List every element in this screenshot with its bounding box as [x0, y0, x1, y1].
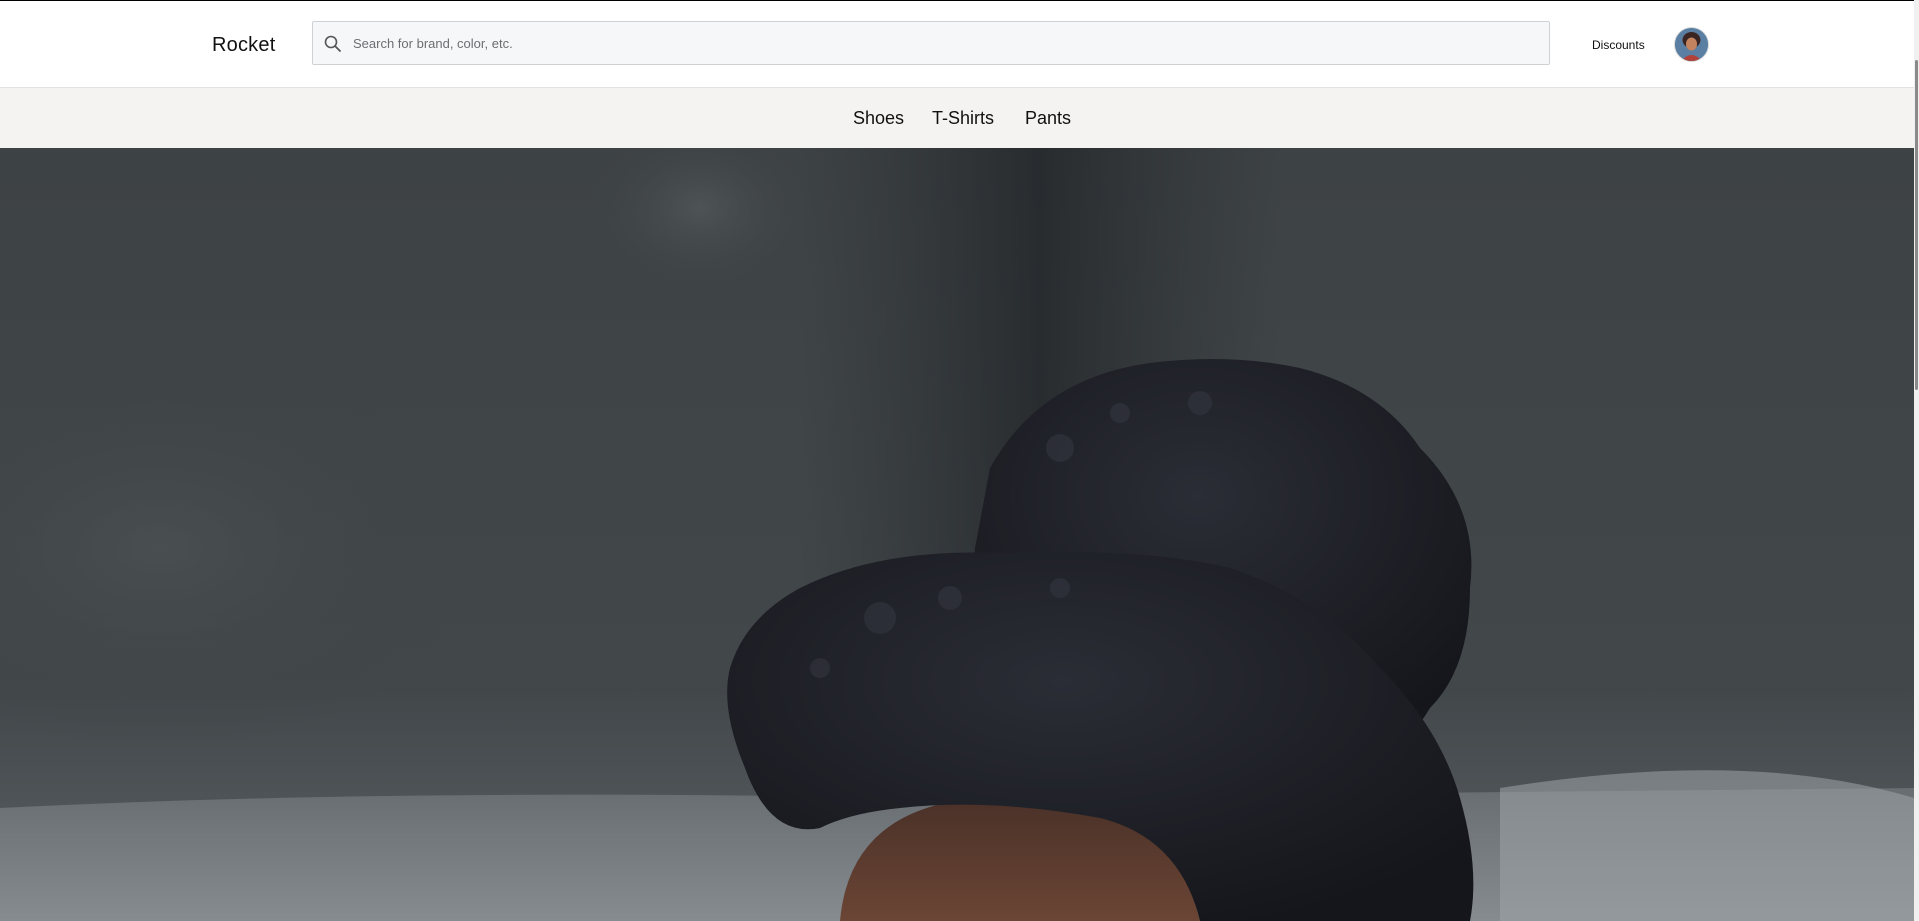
category-nav: Shoes T-Shirts Pants	[0, 88, 1914, 149]
page: Rocket Discounts Shoes T-Shirts Pants	[0, 0, 1919, 921]
logo-link[interactable]: Rocket	[212, 34, 275, 57]
search-icon	[324, 35, 341, 52]
hero-image	[0, 148, 1914, 921]
category-shoes[interactable]: Shoes	[853, 108, 904, 129]
site-header: Rocket Discounts	[0, 1, 1914, 88]
search-box[interactable]	[312, 21, 1550, 65]
scrollbar-thumb[interactable]	[1915, 60, 1918, 390]
category-t-shirts[interactable]: T-Shirts	[932, 108, 994, 129]
discounts-link[interactable]: Discounts	[1592, 38, 1645, 52]
category-pants[interactable]: Pants	[1025, 108, 1071, 129]
hero-video[interactable]	[0, 148, 1914, 921]
search-input[interactable]	[353, 22, 1533, 64]
user-avatar[interactable]	[1675, 28, 1708, 61]
avatar-portrait-icon	[1675, 28, 1708, 61]
